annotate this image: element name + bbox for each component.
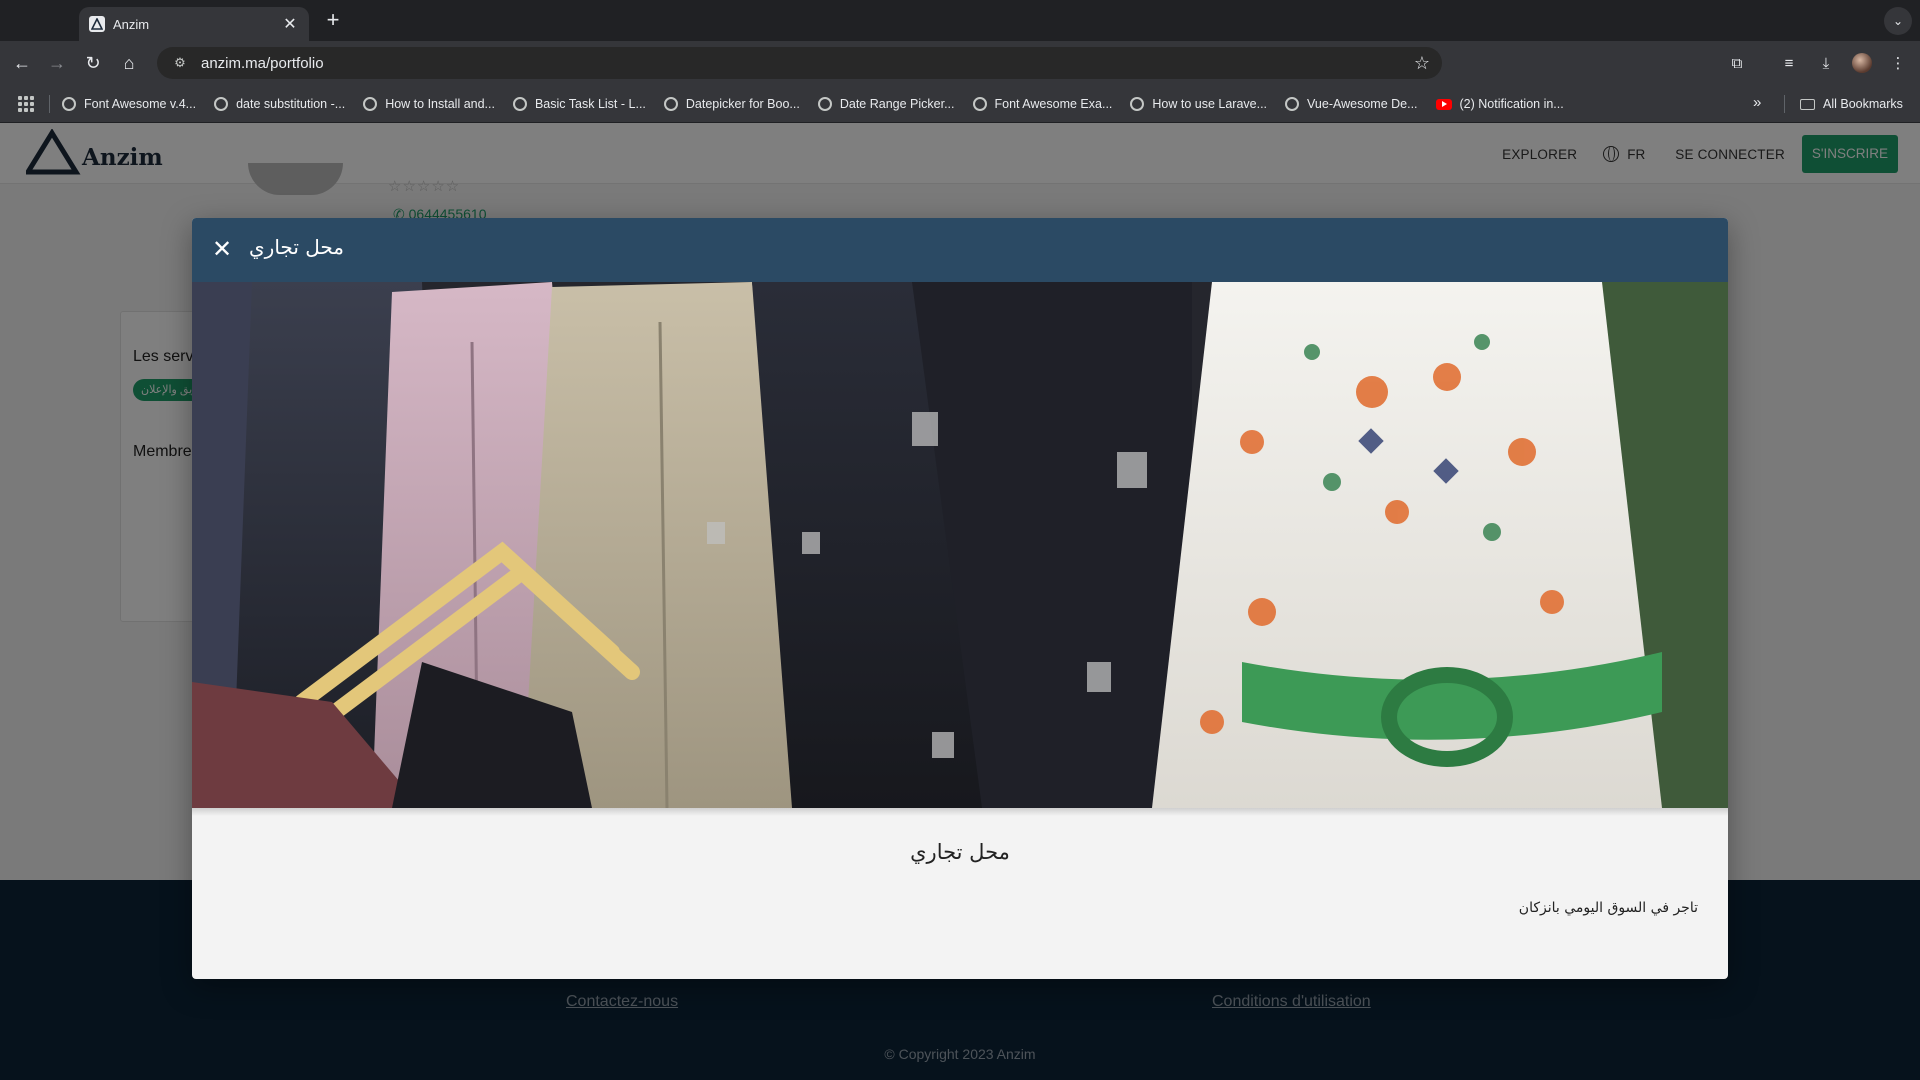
youtube-icon <box>1435 98 1452 110</box>
address-bar[interactable]: ⚙ anzim.ma/portfolio ☆ <box>157 47 1442 79</box>
image-divider <box>192 808 1728 816</box>
reload-icon[interactable]: ↻ <box>81 51 105 75</box>
bookmark-item[interactable]: Basic Task List - L... <box>512 97 646 111</box>
globe-icon <box>663 97 678 111</box>
more-bookmarks-icon[interactable]: » <box>1753 94 1761 111</box>
browser-toolbar: ← → ↻ ⌂ ⚙ anzim.ma/portfolio ☆ ⧉ ≡ ⤓ ⋮ <box>0 41 1920 85</box>
bookmark-list: Font Awesome v.4... date substitution -.… <box>62 85 1582 123</box>
all-bookmarks-button[interactable]: All Bookmarks <box>1800 85 1903 123</box>
home-icon[interactable]: ⌂ <box>117 51 141 75</box>
modal-title: محل تجاري <box>249 235 345 259</box>
apps-grid-icon[interactable] <box>18 96 34 112</box>
bookmarks-divider <box>49 95 50 113</box>
bookmarks-bar: Font Awesome v.4... date substitution -.… <box>0 85 1920 123</box>
globe-icon <box>512 97 527 111</box>
portfolio-image <box>192 282 1728 808</box>
browser-tab-strip: Anzim ✕ + ⌄ <box>0 0 1920 41</box>
menu-kebab-icon[interactable]: ⋮ <box>1887 52 1909 74</box>
tab-title: Anzim <box>113 16 150 32</box>
globe-icon <box>972 97 987 111</box>
folder-icon <box>1800 98 1815 110</box>
portfolio-modal: ✕ محل تجاري محل تجاري تاجر في السوق اليو… <box>192 218 1728 979</box>
new-tab-icon[interactable]: + <box>320 9 346 31</box>
globe-icon <box>1130 97 1145 111</box>
globe-icon <box>363 97 378 111</box>
portfolio-item-description: تاجر في السوق اليومي بانزكان <box>1518 900 1698 916</box>
tab-close-icon[interactable]: ✕ <box>281 14 299 34</box>
close-icon[interactable]: ✕ <box>206 234 238 266</box>
web-page: Anzim EXPLORER FR SE CONNECTER S'INSCRIR… <box>0 123 1920 1080</box>
extensions-icon[interactable]: ⧉ <box>1726 52 1748 74</box>
globe-icon <box>817 97 832 111</box>
media-queue-icon[interactable]: ≡ <box>1778 52 1800 74</box>
download-icon[interactable]: ⤓ <box>1815 52 1837 74</box>
modal-header: ✕ محل تجاري <box>192 218 1728 282</box>
bookmark-item[interactable]: Font Awesome Exa... <box>972 97 1112 111</box>
bookmark-item[interactable]: date substitution -... <box>214 97 345 111</box>
profile-avatar[interactable] <box>1852 53 1872 73</box>
bookmark-item[interactable]: How to Install and... <box>363 97 495 111</box>
bookmark-item[interactable]: Font Awesome v.4... <box>62 97 196 111</box>
browser-tab[interactable]: Anzim ✕ <box>79 7 309 41</box>
bookmark-item[interactable]: (2) Notification in... <box>1435 97 1564 111</box>
back-icon[interactable]: ← <box>10 51 34 75</box>
anzim-favicon-icon <box>89 16 105 32</box>
globe-icon <box>214 97 229 111</box>
bookmark-star-icon[interactable]: ☆ <box>1414 53 1430 74</box>
site-info-icon[interactable]: ⚙ <box>171 54 189 72</box>
globe-icon <box>1285 97 1300 111</box>
globe-icon <box>62 97 76 111</box>
bookmark-item[interactable]: Vue-Awesome De... <box>1285 97 1418 111</box>
portfolio-item-title: محل تجاري <box>910 840 1010 864</box>
bookmarks-divider <box>1784 95 1785 113</box>
bookmark-item[interactable]: How to use Larave... <box>1130 97 1267 111</box>
forward-icon[interactable]: → <box>45 51 69 75</box>
tab-search-icon[interactable]: ⌄ <box>1884 7 1912 35</box>
address-url: anzim.ma/portfolio <box>201 54 324 72</box>
bookmark-item[interactable]: Datepicker for Boo... <box>663 97 800 111</box>
bookmark-item[interactable]: Date Range Picker... <box>817 97 955 111</box>
clothing-photo <box>192 282 1728 808</box>
